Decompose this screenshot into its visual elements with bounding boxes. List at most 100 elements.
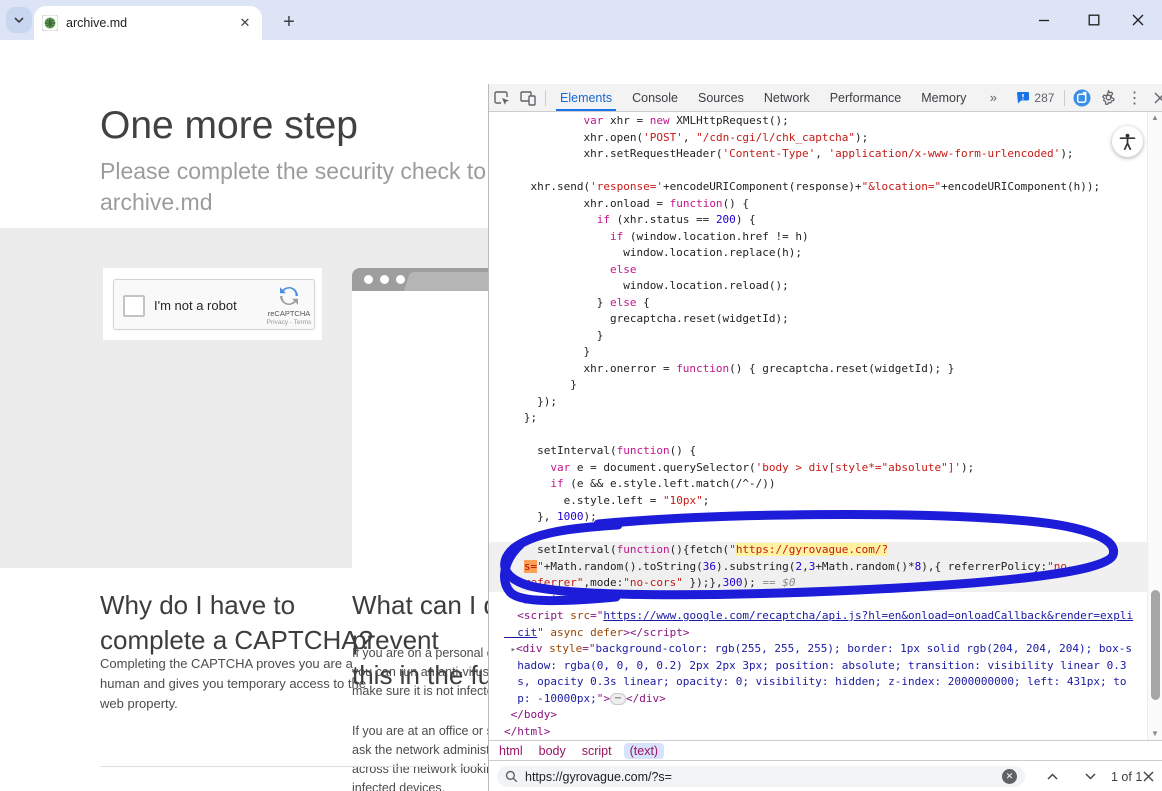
next-match-button[interactable] [1079,766,1101,787]
code-line[interactable] [504,163,1147,180]
code-line[interactable]: hadow: rgba(0, 0, 0, 0.2) 2px 2px 3px; p… [504,658,1147,675]
code-line[interactable]: xhr.open('POST', "/cdn-cgi/l/chk_captcha… [504,130,1147,147]
code-line[interactable]: } [504,328,1147,345]
devtools-toolbar: ElementsConsoleSourcesNetworkPerformance… [489,84,1162,112]
code-line[interactable]: s, opacity 0.3s linear; opacity: 0; visi… [504,674,1147,691]
recaptcha-brand: reCAPTCHA [266,309,312,318]
scroll-up-arrow[interactable]: ▲ [1148,112,1162,124]
tab-search-button[interactable] [6,7,32,33]
code-line[interactable]: if (e && e.style.left.match(/^-/)) [504,476,1147,493]
recaptcha-label: I'm not a robot [154,298,237,313]
code-line[interactable]: }); [504,394,1147,411]
window-maximize-button[interactable] [1084,10,1104,30]
search-input[interactable]: https://gyrovague.com/?s= ✕ [497,766,1025,787]
code-line[interactable] [504,526,1147,543]
code-line[interactable]: var e = document.querySelector('body > d… [504,460,1147,477]
code-line[interactable]: </body> [504,707,1147,724]
code-line[interactable]: referrer",mode:"no-cors" });},300); == $… [489,575,1147,592]
inspect-element-icon[interactable] [489,85,515,111]
scrollbar-thumb[interactable] [1151,590,1160,700]
breadcrumb-item[interactable]: script [582,744,612,758]
captcha-card: I'm not a robot reCAPTCHA Privacy - Term… [103,268,322,340]
device-toolbar-icon[interactable] [515,85,541,111]
extension-icon[interactable] [1069,85,1095,111]
text-line: human and gives you temporary access to … [100,674,366,694]
issues-button[interactable]: 287 [1010,91,1060,105]
browser-mockup-titlebar [352,268,502,291]
code-line[interactable]: </script> [504,592,1147,609]
recaptcha-privacy-terms[interactable]: Privacy - Terms [266,319,312,326]
more-tabs-icon[interactable]: » [976,85,1010,111]
code-line[interactable]: }, 1000); [504,509,1147,526]
code-line[interactable]: xhr.setRequestHeader('Content-Type', 'ap… [504,146,1147,163]
code-line[interactable]: window.location.reload(); [504,278,1147,295]
code-line[interactable]: var xhr = new XMLHttpRequest(); [504,113,1147,130]
devtools-menu-icon[interactable]: ⋮ [1121,85,1147,111]
close-search-icon[interactable] [1137,766,1159,787]
code-line[interactable]: </html> [504,724,1147,741]
code-line[interactable]: s="+Math.random().toString(36).substring… [489,559,1147,576]
devtools-close-icon[interactable] [1147,85,1162,111]
code-line[interactable]: <script src="https://www.google.com/reca… [504,608,1147,625]
devtools-tab-sources[interactable]: Sources [688,84,754,111]
recaptcha-widget: I'm not a robot reCAPTCHA Privacy - Term… [113,279,315,330]
window-minimize-button[interactable] [1034,10,1054,30]
previous-match-button[interactable] [1041,766,1063,787]
elements-breadcrumb: html body script (text) [489,740,1162,760]
code-line[interactable]: cit" async defer></script> [504,625,1147,642]
text-line: complete a CAPTCHA? [100,623,373,658]
devtools-tab-network[interactable]: Network [754,84,820,111]
code-line[interactable]: else [504,262,1147,279]
page-title: One more step [100,104,358,148]
code-line[interactable]: } [504,344,1147,361]
recaptcha-checkbox[interactable] [123,295,145,317]
code-line[interactable]: e.style.left = "10px"; [504,493,1147,510]
recaptcha-brand-block: reCAPTCHA Privacy - Terms [266,284,312,326]
toolbar-separator [1064,90,1065,106]
code-line[interactable]: setInterval(function(){fetch("https://gy… [489,542,1147,559]
favicon [42,15,58,31]
code-line[interactable]: window.location.replace(h); [504,245,1147,262]
window-close-button[interactable] [1128,10,1148,30]
mockup-dot [396,275,405,284]
scroll-down-arrow[interactable]: ▼ [1148,728,1162,740]
breadcrumb-item[interactable]: body [539,744,566,758]
new-tab-button[interactable]: + [276,9,302,35]
devtools-tab-memory[interactable]: Memory [911,84,976,111]
tab-strip: archive.md ✕ + [0,0,1162,40]
elements-tree[interactable]: var xhr = new XMLHttpRequest(); xhr.open… [489,112,1147,740]
breadcrumb-item[interactable]: html [499,744,523,758]
code-line[interactable]: xhr.onerror = function() { grecaptcha.re… [504,361,1147,378]
code-line[interactable]: } else { [504,295,1147,312]
code-line[interactable]: }; [504,410,1147,427]
devtools-tab-performance[interactable]: Performance [820,84,912,111]
devtools-tab-console[interactable]: Console [622,84,688,111]
code-line[interactable]: ▸<div style="background-color: rgb(255, … [504,641,1147,658]
search-icon [505,770,518,783]
text-line: web property. [100,694,366,714]
devtools-scrollbar[interactable]: ▲ ▼ [1147,112,1162,740]
clear-search-icon[interactable]: ✕ [1002,769,1017,784]
browser-toolbar: archive.md Guest (3) ⋮ [0,40,1162,85]
code-line[interactable]: xhr.send('response='+encodeURIComponent(… [504,179,1147,196]
breadcrumb-item[interactable]: (text) [624,743,664,759]
code-line[interactable]: if (window.location.href != h) [504,229,1147,246]
code-line[interactable]: if (xhr.status == 200) { [504,212,1147,229]
settings-gear-icon[interactable] [1095,85,1121,111]
code-line[interactable]: } [504,377,1147,394]
code-line[interactable]: xhr.onload = function() { [504,196,1147,213]
browser-tab[interactable]: archive.md ✕ [34,6,262,40]
mockup-dot [364,275,373,284]
toolbar-separator [545,90,546,106]
devtools-tab-elements[interactable]: Elements [550,84,622,111]
code-line[interactable]: setInterval(function() { [504,443,1147,460]
mockup-dot [380,275,389,284]
search-query[interactable]: https://gyrovague.com/?s= [525,770,995,784]
tab-title: archive.md [66,16,236,30]
code-line[interactable]: grecaptcha.reset(widgetId); [504,311,1147,328]
devtools-tabs: ElementsConsoleSourcesNetworkPerformance… [550,84,976,111]
code-line[interactable] [504,427,1147,444]
accessibility-overlay-button[interactable] [1112,126,1143,157]
code-line[interactable]: p: -10000px;">⋯</div> [504,691,1147,708]
tab-close-icon[interactable]: ✕ [236,14,254,32]
